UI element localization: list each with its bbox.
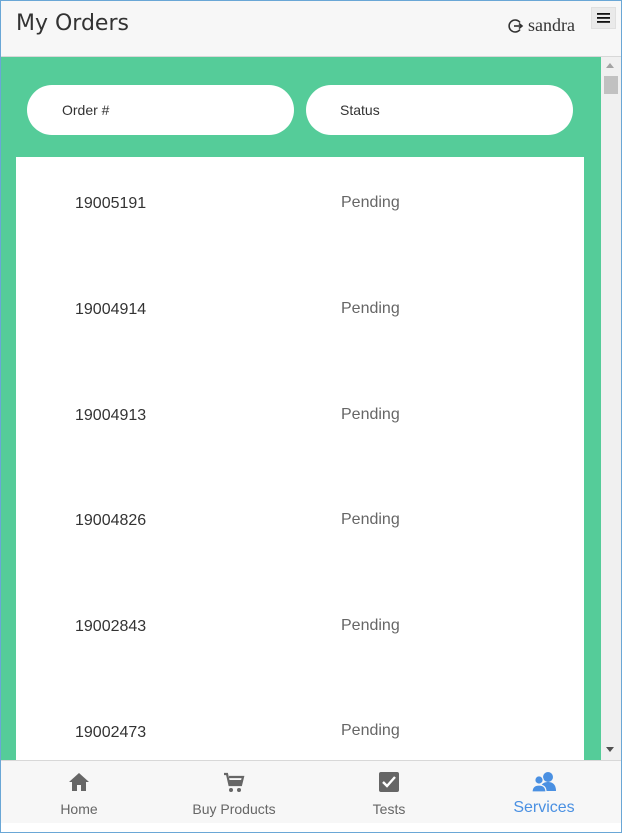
order-row[interactable]: 19002473 Pending — [16, 687, 584, 760]
menu-icon — [597, 13, 610, 23]
order-number: 19002473 — [75, 724, 147, 741]
order-row[interactable]: 19004914 Pending — [16, 263, 584, 369]
order-number: 19002843 — [75, 618, 147, 635]
nav-tests-label: Tests — [372, 801, 406, 817]
scrollbar-thumb[interactable] — [604, 76, 618, 94]
user-name: sandra — [528, 15, 575, 35]
nav-home[interactable]: Home — [1, 761, 157, 823]
status-filter[interactable]: Status — [306, 85, 573, 135]
checkbox-icon — [379, 772, 399, 792]
order-status: Pending — [341, 722, 400, 739]
order-status: Pending — [341, 406, 400, 423]
nav-buy-products-label: Buy Products — [192, 801, 276, 817]
order-status: Pending — [341, 511, 400, 528]
status-column-label: Status — [340, 102, 380, 118]
order-number: 19004914 — [75, 301, 147, 318]
order-status: Pending — [341, 300, 400, 317]
order-row[interactable]: 19004913 Pending — [16, 369, 584, 475]
nav-home-label: Home — [60, 801, 98, 817]
scroll-up-arrow-icon[interactable] — [606, 63, 614, 68]
people-icon — [531, 772, 556, 793]
order-number: 19005191 — [75, 195, 147, 212]
nav-tests[interactable]: Tests — [311, 761, 467, 823]
orders-list: 19005191 Pending 19004914 Pending 190049… — [16, 157, 584, 760]
bottom-navigation: Home Buy Products Tests Services — [1, 760, 621, 823]
logout-icon — [508, 18, 524, 33]
nav-services[interactable]: Services — [466, 761, 622, 823]
order-number: 19004913 — [75, 407, 147, 424]
order-number-filter[interactable]: Order # — [27, 85, 294, 135]
hamburger-menu-button[interactable] — [591, 7, 616, 29]
order-status: Pending — [341, 194, 400, 211]
orders-content: Order # Status 19005191 Pending 19004914… — [1, 57, 601, 760]
vertical-scrollbar[interactable] — [601, 57, 621, 760]
order-row[interactable]: 19004826 Pending — [16, 475, 584, 581]
order-row[interactable]: 19005191 Pending — [16, 157, 584, 263]
cart-icon — [224, 772, 245, 792]
order-row[interactable]: 19002843 Pending — [16, 581, 584, 687]
page-title: My Orders — [16, 11, 129, 36]
nav-buy-products[interactable]: Buy Products — [156, 761, 312, 823]
scroll-down-arrow-icon[interactable] — [606, 747, 614, 752]
user-logout-link[interactable]: sandra — [508, 15, 575, 36]
nav-services-label: Services — [513, 799, 575, 816]
home-icon — [69, 773, 89, 791]
order-status: Pending — [341, 617, 400, 634]
app-header: My Orders sandra — [1, 1, 621, 57]
order-column-label: Order # — [62, 102, 110, 118]
order-number: 19004826 — [75, 512, 147, 529]
